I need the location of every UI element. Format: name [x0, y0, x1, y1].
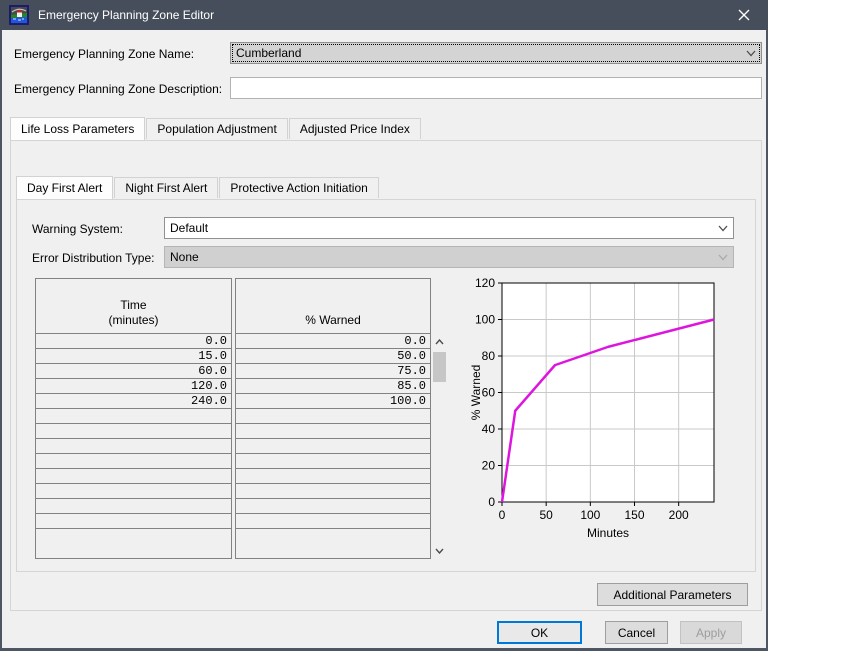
table-cell[interactable] — [36, 424, 231, 439]
warning-time-table: Time(minutes) 0.015.060.0120.0240.0 % Wa… — [35, 278, 431, 559]
table-cell[interactable] — [36, 439, 231, 454]
time-column-body: 0.015.060.0120.0240.0 — [36, 334, 231, 544]
table-cell[interactable]: 240.0 — [36, 394, 231, 409]
outer-tab-bar: Life Loss ParametersPopulation Adjustmen… — [10, 117, 422, 139]
table-cell[interactable]: 60.0 — [36, 364, 231, 379]
svg-text:200: 200 — [669, 508, 689, 522]
svg-text:120: 120 — [475, 276, 495, 290]
table-cell[interactable]: 120.0 — [36, 379, 231, 394]
scrollbar-thumb[interactable] — [433, 352, 446, 382]
table-cell[interactable] — [236, 469, 430, 484]
svg-text:20: 20 — [482, 459, 496, 473]
table-cell[interactable]: 85.0 — [236, 379, 430, 394]
error-distribution-type-value: None — [170, 250, 199, 264]
ok-button[interactable]: OK — [497, 621, 582, 644]
svg-text:50: 50 — [539, 508, 553, 522]
cancel-button[interactable]: Cancel — [605, 621, 668, 644]
svg-text:80: 80 — [482, 349, 496, 363]
table-cell[interactable] — [236, 499, 430, 514]
svg-text:0: 0 — [488, 495, 495, 509]
tab-night-first-alert[interactable]: Night First Alert — [114, 177, 218, 198]
scroll-down-arrow-icon[interactable] — [432, 543, 447, 558]
table-cell[interactable] — [36, 454, 231, 469]
table-cell[interactable]: 50.0 — [236, 349, 430, 364]
svg-text:100: 100 — [475, 313, 495, 327]
cancel-label: Cancel — [618, 626, 655, 640]
apply-button: Apply — [680, 621, 742, 644]
dialog-body: Emergency Planning Zone Name: Cumberland… — [2, 30, 766, 648]
window-title: Emergency Planning Zone Editor — [38, 8, 214, 22]
svg-text:100: 100 — [580, 508, 600, 522]
table-cell[interactable]: 15.0 — [36, 349, 231, 364]
epz-description-label: Emergency Planning Zone Description: — [14, 82, 222, 96]
title-bar: Emergency Planning Zone Editor — [0, 0, 768, 30]
app-house-water-icon — [9, 5, 29, 25]
table-cell[interactable]: 0.0 — [36, 334, 231, 349]
svg-text:0: 0 — [499, 508, 506, 522]
table-cell[interactable] — [236, 529, 430, 544]
tab-life-loss-parameters[interactable]: Life Loss Parameters — [10, 117, 145, 140]
table-cell[interactable]: 75.0 — [236, 364, 430, 379]
table-cell[interactable] — [236, 439, 430, 454]
time-column: Time(minutes) 0.015.060.0120.0240.0 — [35, 278, 232, 559]
table-scrollbar[interactable] — [432, 334, 447, 558]
tab-population-adjustment[interactable]: Population Adjustment — [146, 118, 287, 139]
chevron-down-icon — [746, 50, 756, 57]
table-cell[interactable] — [236, 409, 430, 424]
svg-text:40: 40 — [482, 422, 496, 436]
table-cell[interactable] — [36, 499, 231, 514]
inner-tab-bar: Day First AlertNight First AlertProtecti… — [16, 176, 380, 198]
table-cell[interactable] — [236, 424, 430, 439]
table-cell[interactable] — [36, 484, 231, 499]
table-cell[interactable]: 100.0 — [236, 394, 430, 409]
chevron-down-icon — [718, 225, 728, 232]
table-cell[interactable] — [36, 469, 231, 484]
table-cell[interactable]: 0.0 — [236, 334, 430, 349]
scroll-up-arrow-icon[interactable] — [432, 334, 447, 349]
epz-name-value: Cumberland — [236, 46, 301, 60]
table-cell[interactable] — [236, 454, 430, 469]
table-cell[interactable] — [236, 514, 430, 529]
close-button[interactable] — [730, 1, 758, 29]
tab-adjusted-price-index[interactable]: Adjusted Price Index — [289, 118, 421, 139]
epz-editor-dialog: Emergency Planning Zone Editor Emergency… — [0, 0, 768, 651]
table-cell[interactable] — [36, 529, 231, 544]
warning-system-value: Default — [170, 221, 208, 235]
warned-column-header: % Warned — [236, 279, 430, 334]
chevron-down-icon — [718, 254, 728, 261]
warning-system-label: Warning System: — [32, 222, 123, 236]
time-column-header: Time(minutes) — [36, 279, 231, 334]
svg-text:% Warned: % Warned — [470, 365, 483, 421]
warning-system-combobox[interactable]: Default — [164, 217, 734, 239]
epz-name-label: Emergency Planning Zone Name: — [14, 47, 194, 61]
warning-time-chart: 0 50 100 150 200 0 20 40 60 80 100 120 Minutes % Warn… — [470, 275, 762, 543]
error-distribution-type-label: Error Distribution Type: — [32, 251, 155, 265]
epz-name-combobox[interactable]: Cumberland — [230, 42, 762, 64]
warned-column: % Warned 0.050.075.085.0100.0 — [235, 278, 431, 559]
svg-text:60: 60 — [482, 386, 496, 400]
additional-parameters-label: Additional Parameters — [613, 588, 731, 602]
epz-description-input[interactable] — [230, 77, 762, 99]
svg-text:150: 150 — [624, 508, 644, 522]
apply-label: Apply — [696, 626, 726, 640]
error-distribution-type-combobox: None — [164, 246, 734, 268]
table-cell[interactable] — [36, 514, 231, 529]
tab-protective-action-initiation[interactable]: Protective Action Initiation — [219, 177, 378, 198]
additional-parameters-button[interactable]: Additional Parameters — [597, 583, 748, 606]
tab-day-first-alert[interactable]: Day First Alert — [16, 176, 113, 199]
warned-column-body: 0.050.075.085.0100.0 — [236, 334, 430, 544]
table-cell[interactable] — [236, 484, 430, 499]
ok-label: OK — [531, 626, 548, 640]
table-cell[interactable] — [36, 409, 231, 424]
svg-text:Minutes: Minutes — [587, 526, 629, 540]
close-x-icon — [738, 9, 750, 21]
